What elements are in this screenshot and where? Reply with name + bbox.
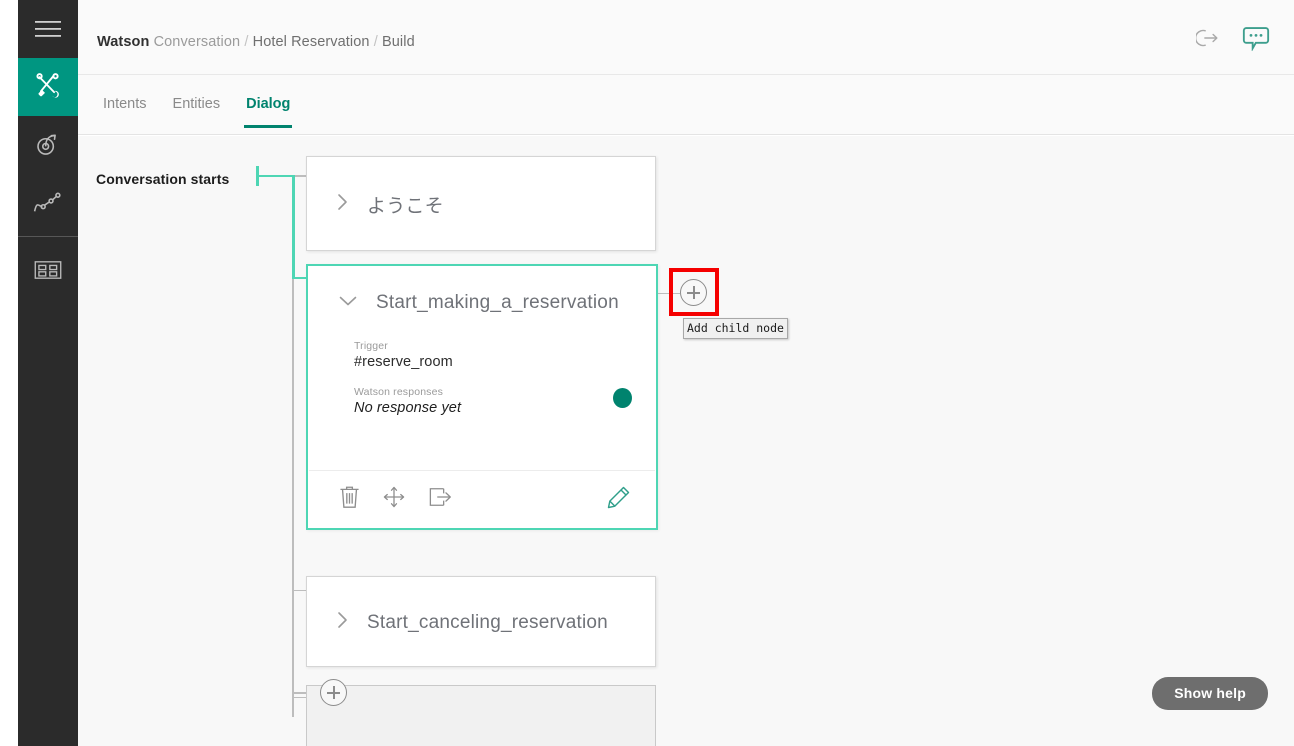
breadcrumb-workspace[interactable]: Hotel Reservation <box>253 34 370 50</box>
show-help-button[interactable]: Show help <box>1152 677 1268 710</box>
dialog-node-start-making-a-reservation[interactable]: Start_making_a_reservation Trigger #rese… <box>306 264 658 530</box>
move-node-icon[interactable] <box>382 485 406 514</box>
dialog-tree-canvas: Conversation starts ようこそ Start_making_a_… <box>78 136 1294 746</box>
breadcrumb-separator-1: / <box>244 34 249 50</box>
responses-value: No response yet <box>354 400 462 416</box>
tools-icon <box>33 72 63 102</box>
watson-conversation-dialog-window: Watson Conversation / Hotel Reservation … <box>0 0 1294 746</box>
tab-bar: Intents Entities Dialog <box>78 75 1294 135</box>
edit-node-icon[interactable] <box>606 485 631 515</box>
add-child-stub-line <box>658 292 680 294</box>
sidebar-item-improve[interactable] <box>18 174 78 232</box>
dialog-node-title: Start_canceling_reservation <box>367 611 608 633</box>
tree-trunk-teal <box>292 175 295 279</box>
breadcrumb-product-bold[interactable]: Watson <box>97 34 149 50</box>
jump-to-icon[interactable] <box>428 486 452 513</box>
tree-root-stub <box>256 175 294 177</box>
tooltip-add-child-node: Add child node <box>683 318 788 339</box>
delete-node-icon[interactable] <box>339 485 360 514</box>
header-actions <box>1194 25 1270 56</box>
analytics-icon <box>33 191 63 215</box>
chat-icon[interactable] <box>1242 25 1270 56</box>
trigger-label: Trigger <box>354 340 388 352</box>
tab-intents[interactable]: Intents <box>103 96 147 128</box>
breadcrumb: Watson Conversation / Hotel Reservation … <box>97 34 415 50</box>
chevron-right-icon[interactable] <box>337 610 349 635</box>
dialog-node-start-canceling-reservation[interactable]: Start_canceling_reservation <box>306 576 656 667</box>
responses-field: Watson responses No response yet <box>354 386 656 416</box>
breadcrumb-separator-2: / <box>373 34 378 50</box>
responses-label: Watson responses <box>354 386 443 398</box>
tree-branch-selected <box>292 276 306 279</box>
sidebar-item-build[interactable] <box>18 58 78 116</box>
trigger-field: Trigger #reserve_room <box>354 340 656 370</box>
breadcrumb-section[interactable]: Build <box>382 34 415 50</box>
app-header: Watson Conversation / Hotel Reservation … <box>78 0 1294 75</box>
dialog-node-title: Start_making_a_reservation <box>376 292 619 313</box>
tree-trunk-grey <box>292 279 294 717</box>
sidebar-item-menu[interactable] <box>18 0 78 58</box>
left-nav-rail <box>18 0 78 746</box>
breadcrumb-product-rest[interactable]: Conversation <box>154 34 241 50</box>
deploy-icon <box>34 131 62 159</box>
add-sibling-node-button[interactable] <box>320 679 347 706</box>
conversation-starts-label: Conversation starts <box>96 171 230 187</box>
status-badge <box>613 388 632 408</box>
chevron-down-icon[interactable] <box>338 294 358 312</box>
chevron-right-icon[interactable] <box>337 192 349 217</box>
add-child-node-button[interactable] <box>680 279 707 306</box>
sidebar-item-deploy[interactable] <box>18 116 78 174</box>
dialog-node-details: Trigger #reserve_room Watson responses N… <box>308 340 656 416</box>
tab-dialog[interactable]: Dialog <box>244 96 293 128</box>
grid-apps-icon <box>34 260 62 280</box>
tree-branch-node3 <box>292 589 306 591</box>
logout-icon[interactable] <box>1194 27 1220 54</box>
dialog-node-welcome[interactable]: ようこそ <box>306 156 656 251</box>
sidebar-item-workspaces[interactable] <box>18 241 78 299</box>
dialog-node-title: ようこそ <box>367 196 444 217</box>
tab-entities[interactable]: Entities <box>173 96 221 128</box>
dialog-node-partial[interactable] <box>306 685 656 746</box>
trigger-value: #reserve_room <box>354 354 453 370</box>
hamburger-menu-icon <box>35 20 61 38</box>
tree-branch-node4 <box>292 696 306 698</box>
dialog-node-toolbar <box>309 470 655 528</box>
